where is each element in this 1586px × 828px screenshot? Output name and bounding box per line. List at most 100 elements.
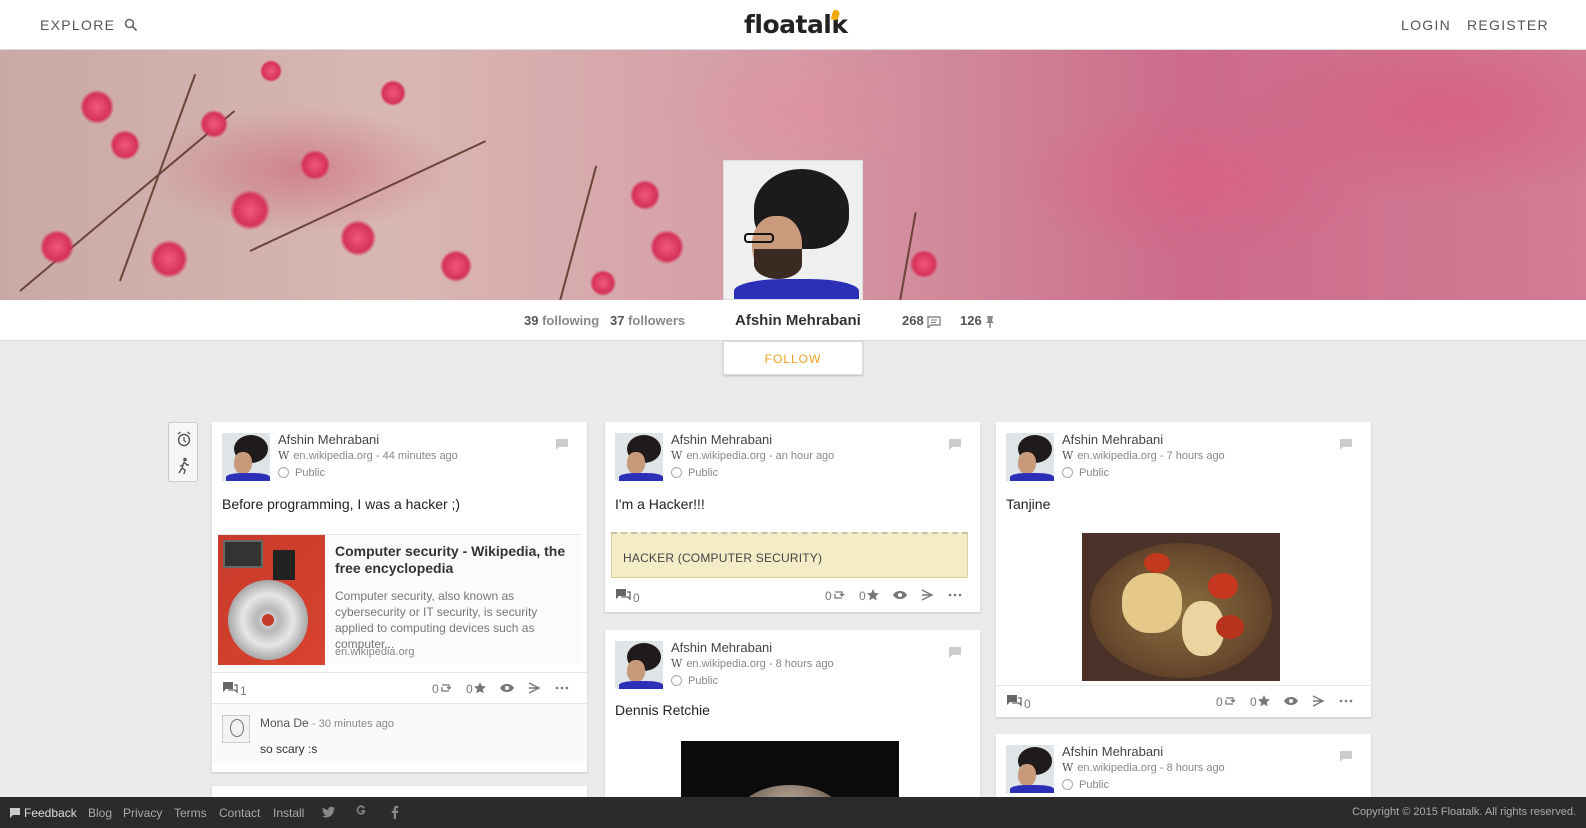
more-icon[interactable]	[555, 686, 569, 690]
comment-icon[interactable]	[948, 646, 962, 658]
post-image[interactable]	[681, 741, 899, 797]
comment-icon[interactable]	[948, 438, 962, 450]
tomato-shape	[1216, 615, 1244, 639]
stars-count: 0	[466, 682, 473, 696]
comments-icon[interactable]	[1006, 694, 1022, 708]
blog-link[interactable]: Blog	[88, 806, 112, 820]
avatar-beard	[754, 249, 802, 279]
comment-author-name[interactable]: Mona De	[260, 716, 309, 730]
login-link[interactable]: LOGIN	[1401, 17, 1451, 33]
blossom	[110, 130, 140, 160]
more-icon[interactable]	[1339, 699, 1353, 703]
blossom	[80, 90, 114, 124]
post-card: Afshin Mehrabani Wen.wikipedia.org - 8 h…	[605, 630, 980, 797]
post-author[interactable]: Afshin Mehrabani	[671, 640, 772, 655]
post-author[interactable]: Afshin Mehrabani	[1062, 744, 1163, 759]
post-author[interactable]: Afshin Mehrabani	[1062, 432, 1163, 447]
comments-count: 0	[633, 591, 640, 605]
posts-stat[interactable]: 268	[902, 313, 942, 328]
alarm-icon[interactable]	[176, 431, 192, 447]
followers-stat[interactable]: 37 followers	[610, 313, 685, 328]
commenter-avatar[interactable]	[222, 715, 250, 743]
contact-link[interactable]: Contact	[219, 806, 260, 820]
profile-stats-bar: 39 following 37 followers Afshin Mehraba…	[0, 300, 1586, 341]
blossom	[260, 60, 282, 82]
avatar-shirt	[734, 279, 859, 299]
comments-icon[interactable]	[222, 681, 238, 695]
post-source-text: en.wikipedia.org - 8 hours ago	[1077, 762, 1225, 774]
comment-icon[interactable]	[1339, 438, 1353, 450]
reshares-count: 0	[432, 682, 439, 696]
post-source: Wen.wikipedia.org - 7 hours ago	[1062, 449, 1225, 462]
wiki-term-box[interactable]: HACKER (COMPUTER SECURITY)	[611, 532, 968, 578]
comments-count: 1	[240, 684, 247, 698]
reshares-count: 0	[1216, 695, 1223, 709]
facebook-icon[interactable]	[391, 805, 399, 819]
eye-icon[interactable]	[892, 590, 908, 600]
post-author[interactable]: Afshin Mehrabani	[671, 432, 772, 447]
star-icon[interactable]	[866, 588, 880, 602]
twitter-icon[interactable]	[322, 806, 336, 818]
post-visibility-text: Public	[1079, 779, 1109, 791]
author-avatar[interactable]	[615, 433, 663, 481]
stars-count: 0	[1250, 695, 1257, 709]
terms-link[interactable]: Terms	[174, 806, 207, 820]
post-image[interactable]	[1082, 533, 1280, 681]
comments-icon[interactable]	[615, 588, 631, 602]
post-author[interactable]: Afshin Mehrabani	[278, 432, 379, 447]
feedback-link[interactable]: Feedback	[24, 806, 77, 820]
author-avatar[interactable]	[1006, 433, 1054, 481]
wiki-term-text: HACKER (COMPUTER SECURITY)	[623, 551, 823, 565]
avatar-shirt	[1010, 785, 1054, 793]
comments-count: 0	[1024, 697, 1031, 711]
link-preview-image	[218, 535, 325, 665]
follow-button[interactable]: FOLLOW	[723, 341, 863, 375]
post-source-text: en.wikipedia.org - 8 hours ago	[686, 658, 834, 670]
privacy-link[interactable]: Privacy	[123, 806, 162, 820]
google-icon[interactable]	[356, 805, 366, 819]
pins-stat[interactable]: 126	[960, 313, 995, 329]
comment-item: Mona De - 30 minutes ago so scary :s	[212, 703, 587, 763]
globe-icon	[1062, 467, 1073, 478]
link-preview-title[interactable]: Computer security - Wikipedia, the free …	[335, 543, 570, 577]
reshare-icon[interactable]	[439, 682, 453, 694]
blossom	[150, 240, 188, 278]
reshare-icon[interactable]	[1223, 695, 1237, 707]
search-icon[interactable]	[124, 18, 138, 32]
eye-icon[interactable]	[1283, 696, 1299, 706]
device-shape	[273, 550, 295, 580]
link-preview[interactable]: Computer security - Wikipedia, the free …	[218, 534, 581, 665]
share-icon[interactable]	[920, 588, 934, 602]
blossom	[380, 80, 406, 106]
post-actions: 0 0 0	[605, 580, 980, 610]
star-icon[interactable]	[1257, 694, 1271, 708]
author-avatar[interactable]	[1006, 745, 1054, 793]
comment-icon[interactable]	[555, 438, 569, 450]
comment-icon[interactable]	[1339, 750, 1353, 762]
install-link[interactable]: Install	[273, 806, 304, 820]
share-icon[interactable]	[527, 681, 541, 695]
reshare-icon[interactable]	[832, 589, 846, 601]
stars-count: 0	[859, 589, 866, 603]
blossom	[230, 190, 270, 230]
share-icon[interactable]	[1311, 694, 1325, 708]
top-navbar: EXPLORE floatalk LOGIN REGISTER	[0, 0, 1586, 50]
link-preview-description: Computer security, also known as cyberse…	[335, 589, 538, 651]
more-icon[interactable]	[948, 593, 962, 597]
post-card: Afshin Mehrabani Wen.wikipedia.org - an …	[605, 422, 980, 612]
avatar-shirt	[226, 473, 270, 481]
profile-avatar[interactable]	[723, 160, 863, 300]
explore-link[interactable]: EXPLORE	[40, 17, 115, 33]
post-source-text: en.wikipedia.org - 7 hours ago	[1077, 450, 1225, 462]
post-visibility: Public	[1062, 467, 1109, 479]
following-stat[interactable]: 39 following	[524, 313, 599, 328]
register-link[interactable]: REGISTER	[1467, 17, 1549, 33]
post-visibility-text: Public	[1079, 467, 1109, 479]
author-avatar[interactable]	[615, 641, 663, 689]
author-avatar[interactable]	[222, 433, 270, 481]
post-text: I'm a Hacker!!!	[615, 496, 705, 512]
star-icon[interactable]	[473, 681, 487, 695]
eye-icon[interactable]	[499, 683, 515, 693]
walk-icon[interactable]	[176, 457, 192, 475]
post-source-text: en.wikipedia.org - 44 minutes ago	[293, 450, 458, 462]
